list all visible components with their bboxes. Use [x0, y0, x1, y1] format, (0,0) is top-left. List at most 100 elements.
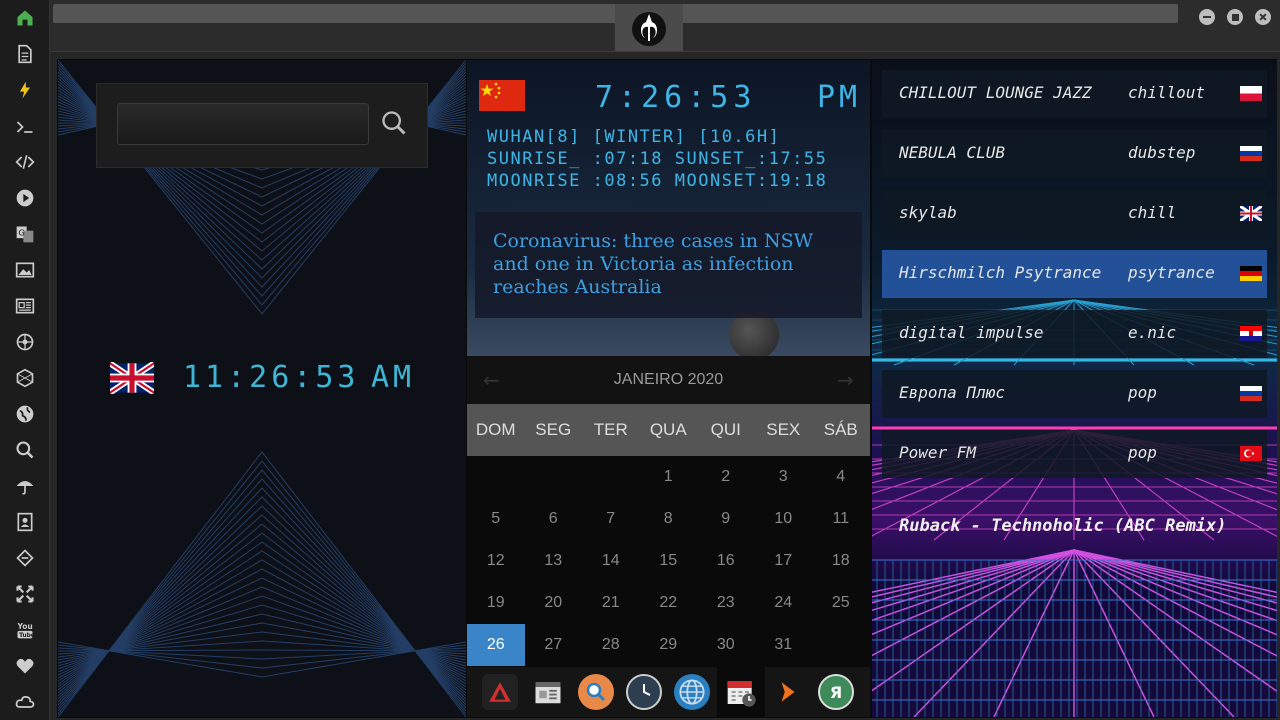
calendar-day-today[interactable]: 26 — [467, 624, 525, 666]
calendar-day[interactable]: 18 — [812, 540, 870, 582]
home-icon[interactable] — [13, 6, 37, 30]
day-name: SEG — [535, 420, 572, 439]
station-name: skylab — [899, 203, 957, 222]
calendar-day[interactable]: 2 — [697, 456, 755, 498]
calendar-day[interactable]: 5 — [467, 498, 525, 540]
calendar-day[interactable]: 7 — [582, 498, 640, 540]
hr-flag-icon — [1240, 326, 1262, 341]
document-icon[interactable] — [13, 42, 37, 66]
play-icon[interactable] — [13, 186, 37, 210]
calendar-day[interactable]: 3 — [755, 456, 813, 498]
calendar-day[interactable]: 6 — [525, 498, 583, 540]
search-button[interactable] — [377, 106, 411, 140]
calendar-day[interactable]: 8 — [640, 498, 698, 540]
china-clock-time: 7:26:53 — [595, 80, 757, 115]
contacts-icon[interactable] — [13, 510, 37, 534]
expand-icon[interactable] — [13, 582, 37, 606]
arrow-app-icon[interactable] — [770, 674, 806, 710]
calendar-day[interactable]: 25 — [812, 582, 870, 624]
rebel-logo-icon — [632, 11, 666, 46]
calendar-day[interactable]: 21 — [582, 582, 640, 624]
calendar-day[interactable]: 15 — [640, 540, 698, 582]
yandex-icon[interactable]: Я — [818, 674, 854, 710]
grid-line — [913, 549, 1075, 717]
station-genre: chillout — [1128, 83, 1206, 102]
search-input[interactable] — [117, 103, 369, 145]
station-genre: chill — [1128, 203, 1177, 222]
calendar-header: ← JANEIRO 2020 → — [467, 356, 870, 404]
station-row[interactable]: Power FM pop — [882, 430, 1267, 478]
station-row[interactable]: digital impulse e.nic — [882, 310, 1267, 358]
station-row[interactable]: skylab chill — [882, 190, 1267, 238]
day-name: SÁB — [823, 420, 858, 439]
sun-info: SUNRISE_ :07:18 SUNSET_:17:55 — [487, 149, 828, 169]
next-month-arrow-icon[interactable]: → — [837, 368, 854, 392]
grid-line — [1073, 549, 1155, 717]
calendar-day[interactable]: 27 — [525, 624, 583, 666]
search-app-icon[interactable] — [578, 674, 614, 710]
calendar-day-names: DOM SEG TER QUA QUI SEX SÁB — [467, 404, 870, 456]
calendar-day[interactable]: 9 — [697, 498, 755, 540]
calendar-day[interactable]: 17 — [755, 540, 813, 582]
calendar-day[interactable]: 13 — [525, 540, 583, 582]
day-name: DOM — [475, 420, 516, 439]
calendar-day[interactable]: 10 — [755, 498, 813, 540]
calendar-day[interactable]: 23 — [697, 582, 755, 624]
calendar-day[interactable]: 19 — [467, 582, 525, 624]
left-panel: 11:26:53 AM — [58, 60, 466, 717]
close-button[interactable] — [1255, 9, 1271, 25]
calendar-day[interactable]: 4 — [812, 456, 870, 498]
news-icon[interactable] — [13, 294, 37, 318]
search-icon[interactable] — [13, 438, 37, 462]
station-row[interactable]: NEBULA CLUB dubstep — [882, 130, 1267, 178]
ru-flag-icon — [1240, 146, 1262, 161]
station-row[interactable]: Hirschmilch Psytrance psytrance — [882, 250, 1267, 298]
heart-icon[interactable] — [13, 654, 37, 678]
maximize-button[interactable] — [1227, 9, 1243, 25]
station-row[interactable]: CHILLOUT LOUNGE JAZZ chillout — [882, 70, 1267, 118]
day-name: SEX — [766, 420, 801, 439]
calendar-day[interactable]: 28 — [582, 624, 640, 666]
calendar-day[interactable]: 29 — [640, 624, 698, 666]
hexagon-icon[interactable] — [13, 366, 37, 390]
china-clock-ampm: PM — [817, 80, 862, 115]
calendar-day[interactable]: 24 — [755, 582, 813, 624]
code-icon[interactable] — [13, 150, 37, 174]
calendar-day[interactable]: 11 — [812, 498, 870, 540]
logo-tab[interactable] — [615, 4, 683, 51]
globe-icon[interactable] — [13, 402, 37, 426]
globe-app-icon[interactable] — [674, 674, 710, 710]
calendar-day[interactable]: 16 — [697, 540, 755, 582]
lightning-icon[interactable] — [13, 78, 37, 102]
news-headline[interactable]: Coronavirus: three cases in NSW and one … — [493, 230, 844, 299]
translate-icon[interactable]: G — [13, 222, 37, 246]
calendar-day[interactable]: 12 — [467, 540, 525, 582]
station-row[interactable]: Европа Плюс pop — [882, 370, 1267, 418]
clock-icon[interactable] — [626, 674, 662, 710]
minimize-button[interactable] — [1199, 9, 1215, 25]
calendar-day[interactable]: 14 — [582, 540, 640, 582]
diamond-icon[interactable] — [13, 546, 37, 570]
de-flag-icon — [1240, 266, 1262, 281]
calendar-day[interactable]: 31 — [755, 624, 813, 666]
youtube-icon[interactable]: You Tube — [13, 618, 37, 642]
station-genre: pop — [1128, 443, 1157, 462]
background-line — [58, 478, 466, 709]
pdf-icon[interactable] — [482, 674, 518, 710]
grid-line — [1073, 549, 1277, 693]
calendar-day[interactable]: 22 — [640, 582, 698, 624]
rebel-icon[interactable] — [13, 330, 37, 354]
search-panel — [96, 83, 428, 168]
terminal-icon[interactable] — [13, 115, 37, 139]
image-icon[interactable] — [13, 258, 37, 282]
background-line — [58, 496, 466, 703]
day-name: QUA — [649, 420, 687, 439]
umbrella-icon[interactable] — [13, 474, 37, 498]
calendar-app-icon[interactable] — [717, 667, 765, 717]
cloud-icon[interactable] — [13, 690, 37, 714]
calendar-day[interactable]: 1 — [640, 456, 698, 498]
calendar-day[interactable]: 20 — [525, 582, 583, 624]
calendar-day[interactable]: 30 — [697, 624, 755, 666]
news-box[interactable]: Coronavirus: three cases in NSW and one … — [475, 212, 862, 318]
calendar-news-icon[interactable] — [530, 674, 566, 710]
